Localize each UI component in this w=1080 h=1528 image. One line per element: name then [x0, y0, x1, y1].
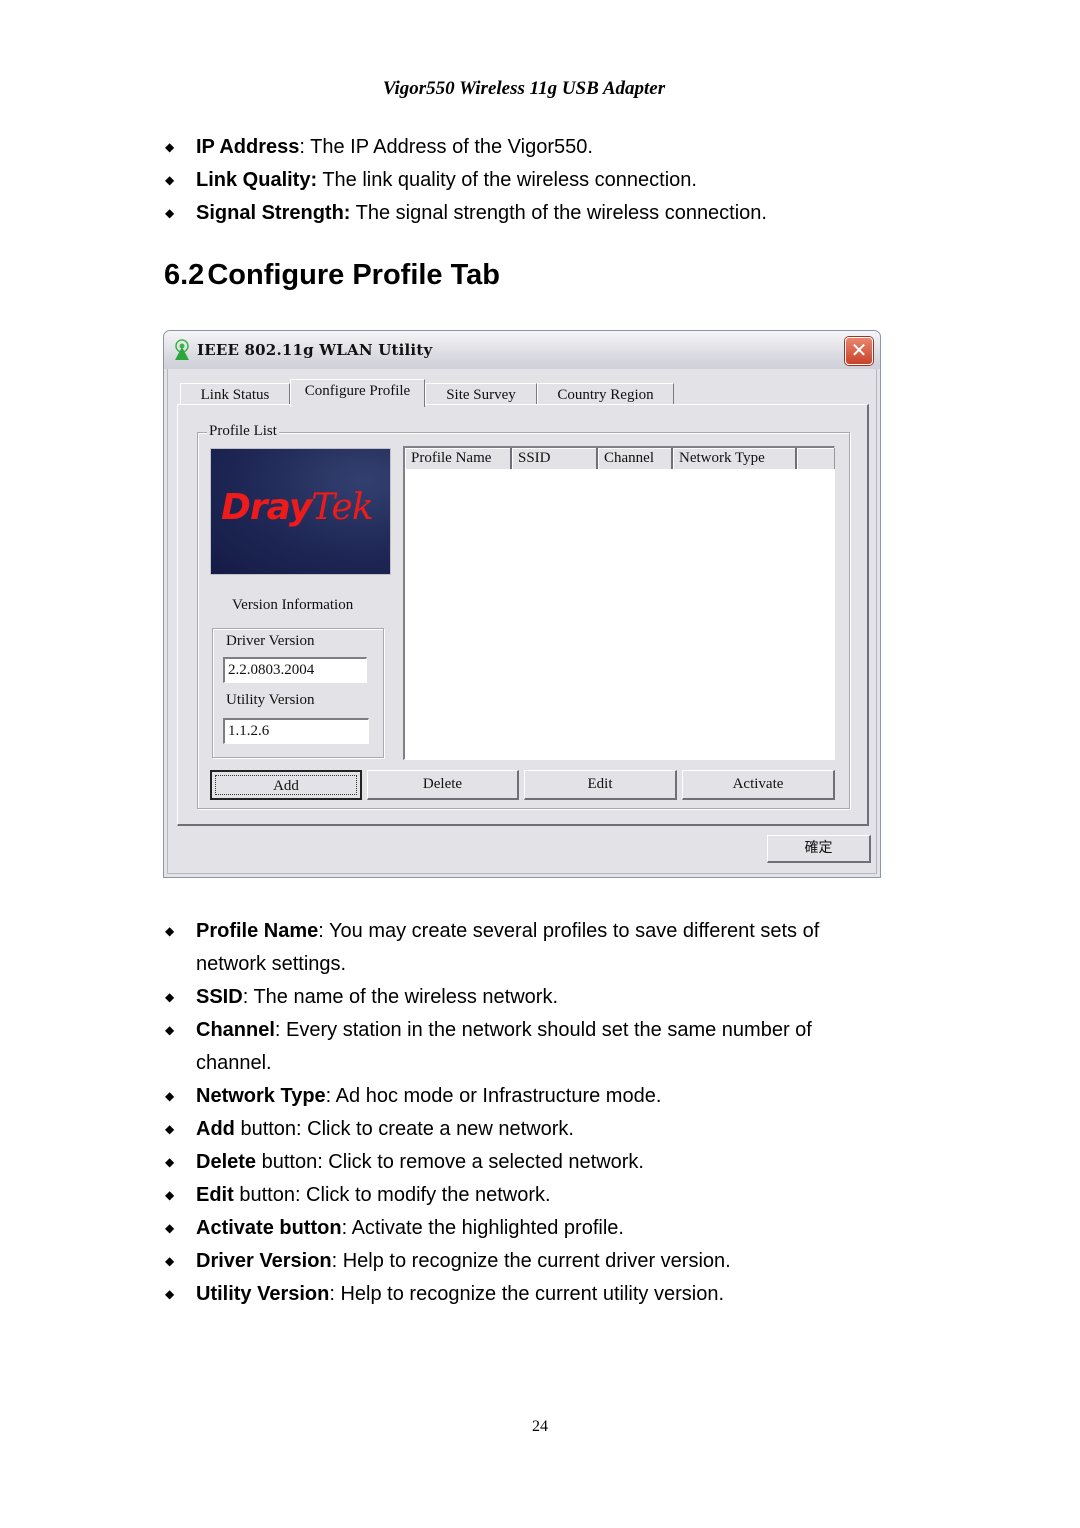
window-title: IEEE 802.11g WLAN Utility: [197, 341, 433, 359]
activate-button[interactable]: Activate: [682, 770, 835, 800]
add-button-label: Add: [215, 775, 357, 795]
bullet-desc: : The name of the wireless network.: [242, 986, 559, 1008]
bullet-desc: : Ad hoc mode or Infrastructure mode.: [325, 1085, 662, 1107]
diamond-bullet-icon: ◆: [165, 140, 175, 154]
add-button[interactable]: Add: [210, 770, 362, 800]
column-header-profile-name[interactable]: Profile Name: [405, 448, 512, 469]
diamond-bullet-icon: ◆: [165, 1155, 175, 1169]
section-title-text: Configure Profile Tab: [207, 259, 501, 291]
bullet-desc: : Help to recognize the current driver v…: [331, 1250, 731, 1272]
version-information-label: Version Information: [232, 597, 354, 613]
bullet-term: Add: [196, 1118, 235, 1140]
bullet-item: ◆ Channel: Every station in the network s…: [165, 1014, 885, 1080]
bullet-desc: button: Click to create a new network.: [234, 1118, 574, 1140]
bullet-term: Channel: [196, 1019, 275, 1041]
bullet-item: ◆ Utility Version: Help to recognize the …: [165, 1278, 885, 1311]
section-number: 6.2: [164, 259, 205, 291]
diamond-bullet-icon: ◆: [165, 990, 175, 1004]
window-body: Link Status Configure Profile Site Surve…: [167, 369, 877, 874]
page-header: Vigor550 Wireless 11g USB Adapter: [382, 78, 666, 99]
bullet-item: ◆ Edit button: Click to modify the networ…: [165, 1179, 885, 1212]
bullet-desc: : The IP Address of the Vigor550.: [299, 136, 593, 158]
tab-configure-profile[interactable]: Configure Profile: [290, 379, 425, 407]
edit-button[interactable]: Edit: [524, 770, 677, 800]
draytek-logo: DrayTek: [210, 448, 391, 575]
bullet-term: Activate button: [196, 1217, 342, 1239]
driver-version-field[interactable]: 2.2.0803.2004: [223, 657, 367, 683]
bullet-item: ◆ Add button: Click to create a new netwo…: [165, 1113, 885, 1146]
bullet-term: Profile Name: [196, 920, 319, 942]
ok-button[interactable]: 確定: [767, 835, 871, 863]
column-header-channel[interactable]: Channel: [598, 448, 673, 469]
tab-site-survey[interactable]: Site Survey: [425, 383, 537, 405]
bullet-item: ◆ IP Address: The IP Address of the Vigor…: [165, 131, 885, 164]
bullet-item: ◆ Profile Name: You may create several pr…: [165, 915, 885, 981]
bullet-term: Network Type: [196, 1085, 326, 1107]
bullet-term: Link Quality:: [196, 169, 318, 191]
list-header: Profile Name SSID Channel Network Type: [405, 448, 835, 469]
profile-list-group: Profile List DrayTek Version Information…: [197, 423, 850, 809]
bullet-desc: button: Click to remove a selected netwo…: [256, 1151, 644, 1173]
diamond-bullet-icon: ◆: [165, 1089, 175, 1103]
diamond-bullet-icon: ◆: [165, 1287, 175, 1301]
diamond-bullet-icon: ◆: [165, 1254, 175, 1268]
column-header-ssid[interactable]: SSID: [512, 448, 598, 469]
bullet-item: ◆ SSID: The name of the wireless network.: [165, 981, 885, 1014]
bullet-item: ◆ Network Type: Ad hoc mode or Infrastruc…: [165, 1080, 885, 1113]
bullet-item: ◆ Signal Strength: The signal strength of…: [165, 197, 885, 230]
version-box: Driver Version 2.2.0803.2004 Utility Ver…: [212, 628, 384, 758]
bullet-term: Driver Version: [196, 1250, 332, 1272]
diamond-bullet-icon: ◆: [165, 173, 175, 187]
section-title: 6.2 Configure Profile Tab: [164, 259, 500, 292]
tab-link-status[interactable]: Link Status: [180, 383, 290, 405]
bullet-desc: : Every station in the network should se…: [196, 1019, 812, 1074]
diamond-bullet-icon: ◆: [165, 924, 175, 938]
bullet-desc: The link quality of the wireless connect…: [317, 169, 697, 191]
driver-version-label: Driver Version: [226, 633, 315, 649]
diamond-bullet-icon: ◆: [165, 1122, 175, 1136]
bullet-term: Signal Strength:: [196, 202, 351, 224]
bullet-desc: The signal strength of the wireless conn…: [350, 202, 767, 224]
profile-list-label: Profile List: [207, 423, 279, 440]
close-icon[interactable]: ✕: [845, 337, 873, 365]
diamond-bullet-icon: ◆: [165, 1188, 175, 1202]
bullet-desc: : Help to recognize the current utility …: [329, 1283, 725, 1305]
wlan-utility-window: IEEE 802.11g WLAN Utility ✕ Link Status …: [163, 330, 881, 878]
tab-country-region[interactable]: Country Region: [537, 383, 674, 405]
bullet-term: Edit: [196, 1184, 234, 1206]
bullet-term: Utility Version: [196, 1283, 330, 1305]
delete-button[interactable]: Delete: [367, 770, 519, 800]
diamond-bullet-icon: ◆: [165, 1023, 175, 1037]
bullet-item: ◆ Driver Version: Help to recognize the c…: [165, 1245, 885, 1278]
logo-text-dray: Dray: [221, 487, 312, 528]
bullet-desc: button: Click to modify the network.: [233, 1184, 551, 1206]
bullet-term: SSID: [196, 986, 243, 1008]
column-header-network-type[interactable]: Network Type: [673, 448, 797, 469]
wireless-antenna-icon: [175, 339, 189, 360]
column-header-filler: [797, 448, 835, 469]
utility-version-field[interactable]: 1.1.2.6: [223, 718, 369, 744]
top-bullet-list: ◆ IP Address: The IP Address of the Vigor…: [165, 131, 885, 230]
bullet-desc: : Activate the highlighted profile.: [341, 1217, 624, 1239]
bullet-term: IP Address: [196, 136, 300, 158]
diamond-bullet-icon: ◆: [165, 1221, 175, 1235]
bullet-item: ◆ Activate button: Activate the highlight…: [165, 1212, 885, 1245]
title-bar: IEEE 802.11g WLAN Utility ✕: [164, 331, 880, 369]
utility-version-label: Utility Version: [226, 692, 315, 708]
bullet-item: ◆ Link Quality: The link quality of the w…: [165, 164, 885, 197]
configure-profile-panel: Profile List DrayTek Version Information…: [177, 404, 869, 826]
bottom-bullet-list: ◆ Profile Name: You may create several pr…: [165, 915, 885, 1311]
bullet-item: ◆ Delete button: Click to remove a select…: [165, 1146, 885, 1179]
logo-text-tek: Tek: [311, 487, 373, 528]
profile-list-view[interactable]: Profile Name SSID Channel Network Type: [403, 446, 835, 760]
bullet-term: Delete: [196, 1151, 257, 1173]
page-number: 24: [532, 1418, 548, 1435]
diamond-bullet-icon: ◆: [165, 206, 175, 220]
